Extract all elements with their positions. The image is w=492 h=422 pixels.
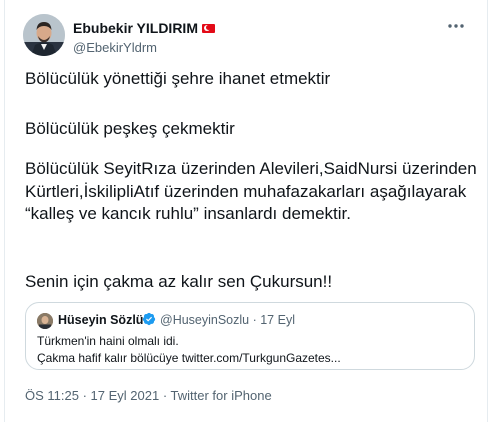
author-handle[interactable]: @EbekirYldrm bbox=[73, 40, 157, 55]
tweet-card: Ebubekir YILDIRIM @EbekirYldrm Bölücülük… bbox=[4, 0, 488, 422]
tweet-source-link[interactable]: Twitter for iPhone bbox=[171, 388, 272, 403]
author-avatar[interactable] bbox=[23, 14, 65, 56]
quoted-text-line-1: Türkmen'in haini olmalı idi. bbox=[37, 334, 179, 348]
meta-separator: · bbox=[159, 388, 171, 403]
tweet-time-link[interactable]: ÖS 11:25 · 17 Eyl 2021 bbox=[25, 388, 159, 403]
verified-badge-icon bbox=[142, 312, 156, 326]
meta-separator: · bbox=[78, 388, 91, 403]
tweet-paragraph-3: Bölücülük SeyitRıza üzerinden Alevileri,… bbox=[25, 159, 477, 223]
turkey-flag-icon bbox=[201, 23, 215, 33]
more-options-icon[interactable] bbox=[447, 20, 465, 30]
quoted-author-avatar bbox=[37, 313, 53, 329]
quoted-tweet[interactable]: Hüseyin Sözlü @HuseyinSozlu · 17 Eyl Tür… bbox=[25, 302, 475, 370]
quoted-author-name: Hüseyin Sözlü bbox=[58, 313, 144, 327]
quoted-text-line-2: Çakma hafif kalır bölücüye twitter.com/T… bbox=[37, 351, 341, 365]
quoted-handle-date: @HuseyinSozlu · 17 Eyl bbox=[160, 313, 295, 327]
tweet-paragraph-4: Senin için çakma az kalır sen Çukursun!! bbox=[25, 272, 333, 291]
tweet-metadata: ÖS 11:25 · 17 Eyl 2021 · Twitter for iPh… bbox=[25, 388, 272, 403]
author-name[interactable]: Ebubekir YILDIRIM bbox=[73, 20, 215, 36]
tweet-paragraph-1: Bölücülük yönettiği şehre ihanet etmekti… bbox=[25, 69, 331, 88]
tweet-date: 17 Eyl 2021 bbox=[90, 388, 160, 403]
author-name-text[interactable]: Ebubekir YILDIRIM bbox=[73, 20, 198, 36]
tweet-time: ÖS 11:25 bbox=[25, 388, 79, 403]
tweet-paragraph-2: Bölücülük peşkeş çekmektir bbox=[25, 119, 235, 138]
